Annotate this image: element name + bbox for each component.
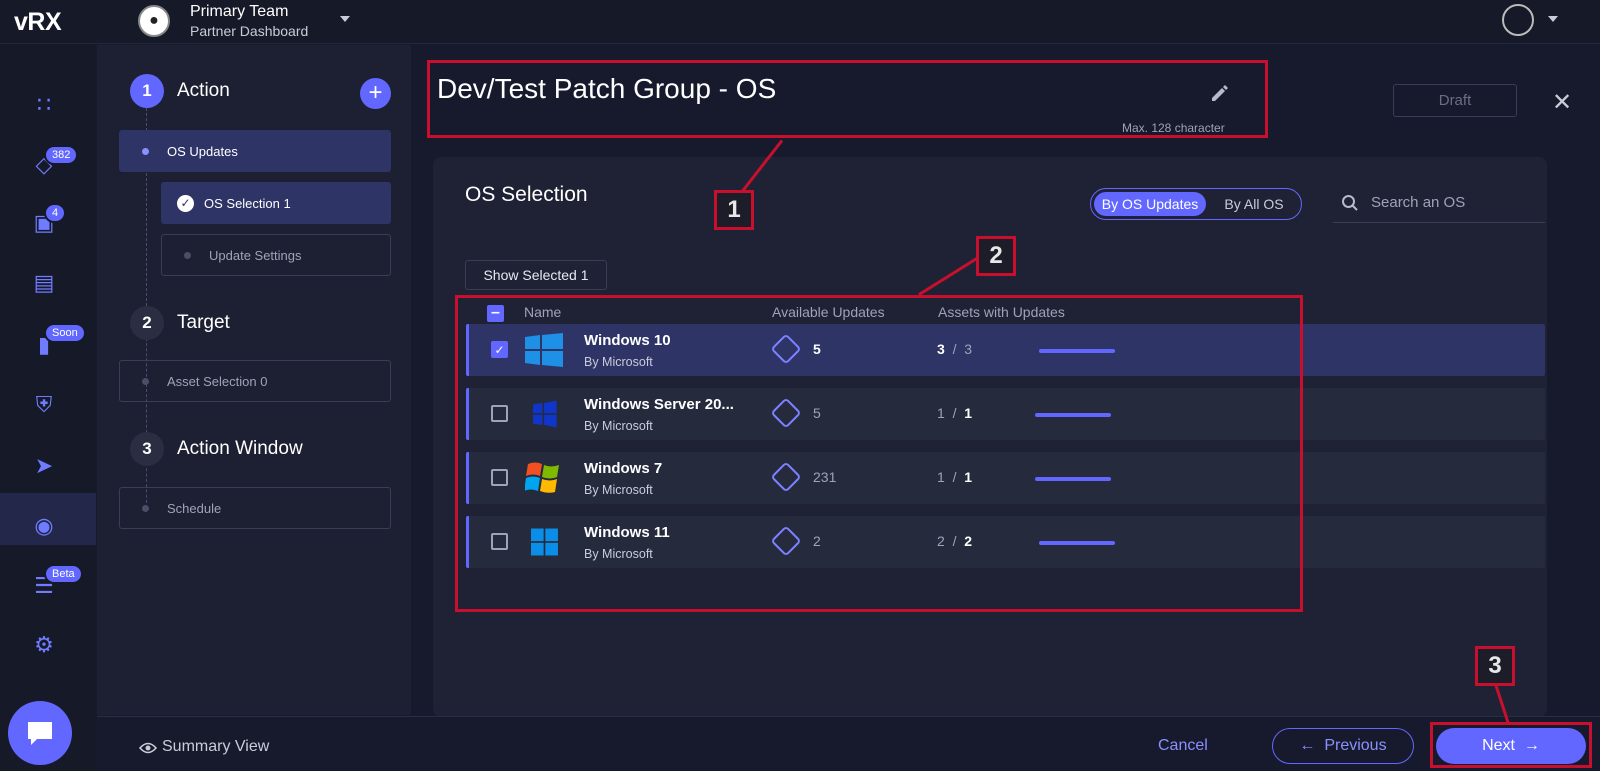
substep-dot <box>142 147 149 155</box>
search-icon <box>1342 195 1358 211</box>
history-beta-badge: Beta <box>44 564 83 584</box>
substep-dot <box>142 377 149 385</box>
section-title: OS Selection <box>465 183 588 206</box>
search-placeholder: Search an OS <box>1371 194 1466 211</box>
annotation-box-3 <box>1430 722 1592 768</box>
devices-count-badge: 4 <box>44 203 67 223</box>
chat-bubble-icon <box>28 722 52 745</box>
substep-label: Schedule <box>167 500 222 516</box>
show-selected-button[interactable]: Show Selected 1 <box>465 260 607 290</box>
monitor-icon[interactable]: ▤ <box>24 263 64 303</box>
team-name[interactable]: Primary Team <box>190 3 288 21</box>
cancel-button[interactable]: Cancel <box>1158 737 1208 755</box>
annotation-box-1 <box>427 60 1268 138</box>
team-subtitle: Partner Dashboard <box>190 23 309 39</box>
close-icon[interactable]: ✕ <box>1552 88 1572 117</box>
team-chevron-down-icon[interactable] <box>340 16 350 22</box>
team-avatar[interactable]: ● <box>138 5 170 37</box>
arrow-left-icon: ← <box>1299 737 1316 754</box>
vrx-logo[interactable]: vRX <box>14 8 62 37</box>
side-nav: ∷ ◇ 382 ▣ 4 ▤ ▮ Soon ⛨ ➤ ◉ ☰ Beta ⚙ <box>0 45 96 771</box>
gear-icon[interactable]: ⚙ <box>24 625 64 665</box>
substep-os-selection[interactable]: ✓ OS Selection 1 <box>161 182 391 224</box>
search-input[interactable]: Search an OS <box>1333 185 1545 223</box>
substep-schedule[interactable]: Schedule <box>119 487 391 529</box>
annotation-label-3: 3 <box>1475 646 1515 686</box>
summary-view-link[interactable]: Summary View <box>162 738 269 756</box>
step-1-title[interactable]: Action <box>177 80 230 102</box>
substep-label: OS Updates <box>167 143 238 159</box>
user-avatar-icon[interactable] <box>1502 4 1534 36</box>
patch-count-badge: 382 <box>44 145 79 165</box>
eye-icon <box>139 742 157 754</box>
substep-label: OS Selection 1 <box>204 195 291 211</box>
view-toggle: By OS Updates By All OS <box>1090 188 1302 220</box>
step-2-title[interactable]: Target <box>177 312 230 334</box>
step-3-number: 3 <box>130 432 164 466</box>
substep-dot <box>142 504 149 512</box>
chat-button[interactable] <box>8 701 72 765</box>
step-2-number: 2 <box>130 306 164 340</box>
rocket-icon[interactable]: ➤ <box>24 446 64 486</box>
substep-update-settings[interactable]: Update Settings <box>161 234 391 276</box>
shield-icon[interactable]: ⛨ <box>24 385 64 425</box>
draft-button[interactable]: Draft <box>1393 84 1517 117</box>
annotation-label-2: 2 <box>976 236 1016 276</box>
step-3-title[interactable]: Action Window <box>177 438 303 460</box>
substep-dot <box>184 251 191 259</box>
substep-os-updates[interactable]: OS Updates <box>119 130 391 172</box>
toggle-by-all-os[interactable]: By All OS <box>1209 192 1299 216</box>
previous-label: Previous <box>1324 737 1387 754</box>
substep-asset-selection[interactable]: Asset Selection 0 <box>119 360 391 402</box>
toggle-by-os-updates[interactable]: By OS Updates <box>1094 192 1206 216</box>
user-chevron-down-icon[interactable] <box>1548 16 1558 22</box>
annotation-label-1: 1 <box>714 190 754 230</box>
annotation-box-2 <box>455 295 1303 612</box>
substep-label: Update Settings <box>209 247 302 263</box>
dashboard-grid-icon[interactable]: ∷ <box>24 85 64 125</box>
substep-label: Asset Selection 0 <box>167 373 268 389</box>
add-action-plus-icon[interactable]: + <box>360 78 391 109</box>
step-1-number: 1 <box>130 74 164 108</box>
bell-icon[interactable]: ◉ <box>24 506 64 546</box>
previous-button[interactable]: ← Previous <box>1272 728 1414 764</box>
check-circle-icon: ✓ <box>177 194 194 212</box>
reports-soon-badge: Soon <box>44 323 86 343</box>
